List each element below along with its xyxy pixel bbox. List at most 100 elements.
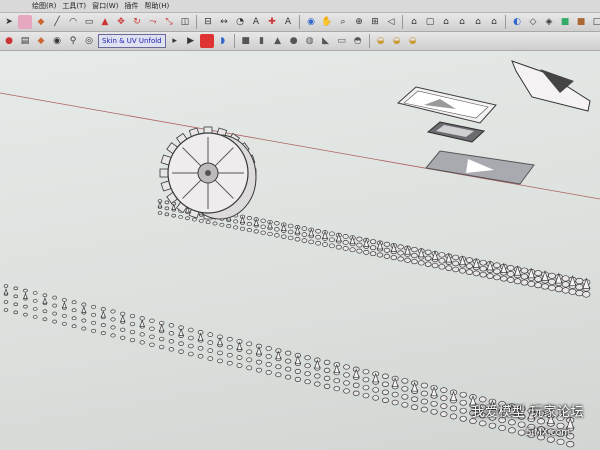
menu-item-window[interactable]: 窗口(W)	[92, 1, 118, 11]
torus-primitive-icon[interactable]: ◍	[303, 34, 317, 48]
line-icon[interactable]: ╱	[50, 15, 64, 29]
zoom-icon[interactable]: ⌕	[336, 15, 350, 29]
track-link	[149, 342, 155, 347]
pyramid-primitive-icon[interactable]: ◣	[319, 34, 333, 48]
paint-icon[interactable]: ◆	[34, 34, 48, 48]
model-viewport[interactable]	[0, 51, 600, 450]
select-icon[interactable]: ➤	[2, 15, 16, 29]
offset-icon[interactable]: ◫	[178, 15, 192, 29]
scale-icon[interactable]: ⤡	[162, 15, 176, 29]
push-pull-icon[interactable]: ▲	[98, 15, 112, 29]
menu-item-tools[interactable]: 工具(T)	[62, 1, 86, 11]
previous-view-icon[interactable]: ◁	[384, 15, 398, 29]
unfold-play-icon[interactable]: ▶	[184, 34, 198, 48]
axes-icon[interactable]: ✚	[265, 15, 279, 29]
text-icon[interactable]: A	[249, 15, 263, 29]
menu-item-help[interactable]: 帮助(H)	[144, 1, 169, 11]
track-link	[527, 280, 536, 287]
track-link	[459, 267, 467, 274]
track-link	[255, 367, 262, 373]
menu-item-draw[interactable]: 绘图(R)	[32, 1, 56, 11]
menu-item-plugins[interactable]: 插件	[124, 1, 138, 11]
record-icon[interactable]: ●	[2, 34, 16, 48]
track-link	[260, 218, 266, 223]
arc-icon[interactable]: ◠	[66, 15, 80, 29]
track-link	[274, 221, 280, 226]
style-c-icon[interactable]: ◒	[406, 34, 420, 48]
shaded-icon[interactable]: ■	[558, 15, 572, 29]
track-link	[381, 397, 389, 403]
unfold-arrow-icon[interactable]: ▸	[168, 34, 182, 48]
track-link	[352, 382, 360, 388]
sphere-primitive-icon[interactable]: ●	[287, 34, 301, 48]
zoom-extents-icon[interactable]: ⊞	[368, 15, 382, 29]
track-link	[534, 276, 543, 283]
unfold-magnet-icon[interactable]: ◗	[216, 34, 230, 48]
monochrome-icon[interactable]: □	[590, 15, 600, 29]
left-view-icon[interactable]: ⌂	[487, 15, 501, 29]
track-guide-tooth	[120, 314, 126, 323]
style-a-icon[interactable]: ◒	[374, 34, 388, 48]
toolbar-secondary: ● ▤ ◆ ◉ ⚲ ◎ Skin & UV Unfold ▸ ▶ ◗ ■ ▮ ▲…	[0, 32, 600, 51]
phone-case-insert	[426, 121, 486, 143]
3d-text-icon[interactable]: A	[281, 15, 295, 29]
walk-icon[interactable]: ⚲	[66, 34, 80, 48]
orbit-icon[interactable]: ◉	[304, 15, 318, 29]
track-link	[32, 307, 38, 311]
look-around-icon[interactable]: ◎	[82, 34, 96, 48]
back-view-icon[interactable]: ⌂	[471, 15, 485, 29]
dimension-icon[interactable]: ↔	[217, 15, 231, 29]
track-link	[304, 355, 311, 361]
camera-icon[interactable]: ◉	[50, 34, 64, 48]
rectangle-icon[interactable]: ▭	[82, 15, 96, 29]
track-link	[61, 321, 67, 326]
track-link	[246, 357, 253, 363]
top-view-icon[interactable]: ▢	[423, 15, 437, 29]
wireframe-icon[interactable]: ◇	[526, 15, 540, 29]
tape-measure-icon[interactable]: ⊟	[201, 15, 215, 29]
track-link	[164, 212, 170, 217]
track-link	[71, 316, 77, 321]
track-link	[323, 375, 331, 381]
dome-primitive-icon[interactable]: ◓	[351, 34, 365, 48]
track-link	[304, 379, 311, 385]
follow-me-icon[interactable]: ⤳	[146, 15, 160, 29]
rotate-icon[interactable]: ↻	[130, 15, 144, 29]
tube-primitive-icon[interactable]: ▭	[335, 34, 349, 48]
xray-icon[interactable]: ◐	[510, 15, 524, 29]
style-b-icon[interactable]: ◒	[390, 34, 404, 48]
zoom-window-icon[interactable]: ⊕	[352, 15, 366, 29]
box-primitive-icon[interactable]: ■	[239, 34, 253, 48]
track-link	[157, 211, 163, 215]
track-link	[561, 275, 570, 282]
protractor-icon[interactable]: ◔	[233, 15, 247, 29]
track-link	[100, 323, 106, 328]
track-link	[255, 359, 262, 365]
right-view-icon[interactable]: ⌂	[455, 15, 469, 29]
eraser-icon[interactable]	[18, 15, 32, 29]
phone-case-back	[425, 150, 535, 185]
track-link	[314, 381, 321, 387]
cone-primitive-icon[interactable]: ▲	[271, 34, 285, 48]
layer-icon[interactable]: ▤	[18, 34, 32, 48]
track-link	[420, 406, 428, 413]
track-link	[23, 304, 28, 309]
cylinder-primitive-icon[interactable]: ▮	[255, 34, 269, 48]
front-view-icon[interactable]: ⌂	[439, 15, 453, 29]
track-link	[294, 376, 302, 382]
move-icon[interactable]: ✥	[114, 15, 128, 29]
track-link	[149, 326, 155, 331]
pan-icon[interactable]: ✋	[320, 15, 334, 29]
track-link	[323, 367, 331, 373]
shaded-texture-icon[interactable]: ■	[574, 15, 588, 29]
track-link	[192, 217, 197, 222]
paint-bucket-icon[interactable]: ◆	[34, 15, 48, 29]
skin-uv-unfold-toolbar[interactable]: Skin & UV Unfold	[98, 34, 166, 48]
track-link	[207, 348, 214, 353]
hidden-line-icon[interactable]: ◈	[542, 15, 556, 29]
unfold-stop-icon[interactable]	[199, 34, 214, 48]
track-link	[110, 309, 116, 314]
track-link	[411, 258, 418, 265]
iso-view-icon[interactable]: ⌂	[407, 15, 421, 29]
track-link	[301, 226, 308, 231]
